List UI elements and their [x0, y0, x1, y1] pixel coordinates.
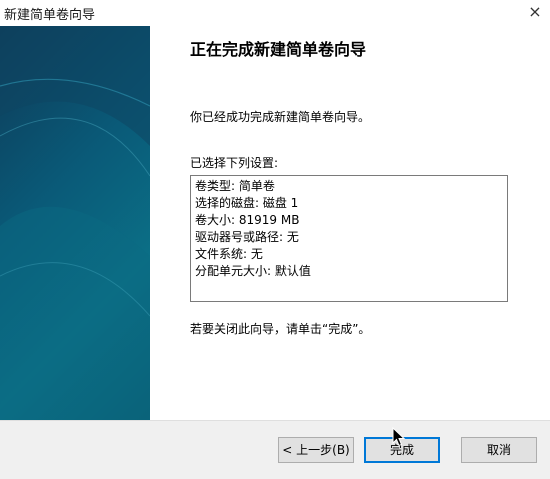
page-title: 正在完成新建简单卷向导 [190, 40, 367, 59]
settings-line-volume-type: 卷类型: 简单卷 [195, 179, 275, 193]
button-bar: < 上一步(B) 完成 取消 [0, 420, 550, 479]
settings-list[interactable]: 卷类型: 简单卷 选择的磁盘: 磁盘 1 卷大小: 81919 MB 驱动器号或… [190, 175, 508, 302]
mouse-cursor-icon [392, 427, 406, 447]
wizard-side-banner [0, 26, 150, 420]
finish-instruction: 若要关闭此向导，请单击“完成”。 [190, 322, 371, 336]
banner-graphic [0, 26, 150, 420]
close-icon[interactable]: × [526, 0, 544, 26]
cancel-button[interactable]: 取消 [461, 437, 537, 463]
settings-line-selected-disk: 选择的磁盘: 磁盘 1 [195, 196, 299, 210]
window-title: 新建简单卷向导 [4, 8, 96, 23]
settings-line-allocation-unit: 分配单元大小: 默认值 [195, 264, 311, 278]
settings-line-drive-letter: 驱动器号或路径: 无 [195, 230, 299, 244]
settings-label: 已选择下列设置: [190, 156, 279, 170]
intro-text: 你已经成功完成新建简单卷向导。 [190, 110, 371, 124]
settings-line-volume-size: 卷大小: 81919 MB [195, 213, 300, 227]
back-button[interactable]: < 上一步(B) [278, 437, 354, 463]
settings-line-file-system: 文件系统: 无 [195, 247, 263, 261]
wizard-content: 正在完成新建简单卷向导 你已经成功完成新建简单卷向导。 已选择下列设置: 卷类型… [150, 26, 550, 420]
wizard-window: 新建简单卷向导 × 正在完成新建简单卷向导 你已经成功完成新建简单卷向导。 已选… [0, 0, 550, 479]
title-bar: 新建简单卷向导 × [0, 0, 550, 26]
